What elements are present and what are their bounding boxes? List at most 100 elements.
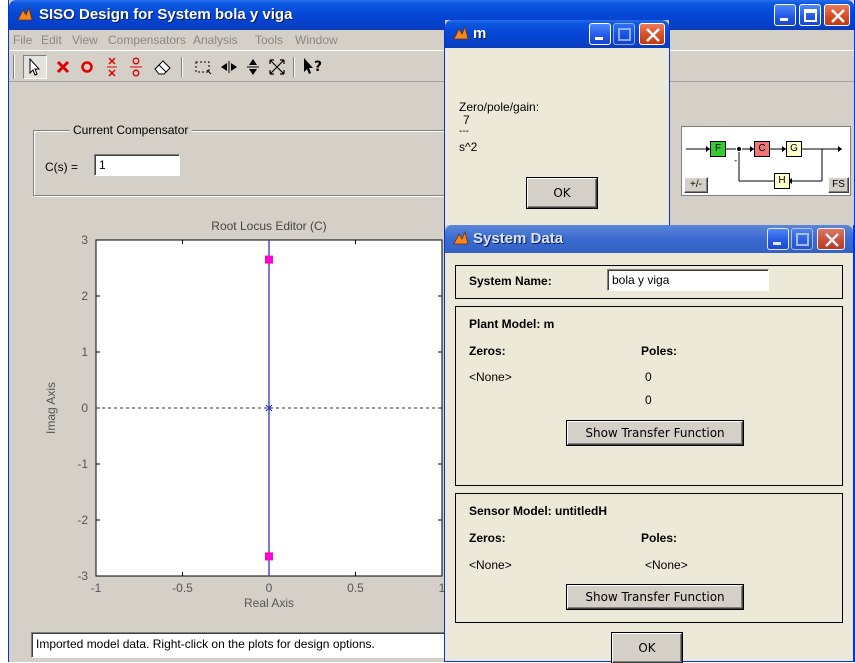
plant-pole-value: 0 xyxy=(645,370,652,384)
zpk-heading: Zero/pole/gain: xyxy=(459,100,540,114)
zpk-separator: --- xyxy=(459,126,469,137)
block-f[interactable]: F xyxy=(710,141,726,157)
plant-zero-value: <None> xyxy=(469,370,512,384)
x-tick-label: 0 xyxy=(266,581,273,595)
zoom-x-button[interactable] xyxy=(217,55,241,79)
fs-button[interactable]: FS xyxy=(828,177,849,193)
sensor-model-heading: Sensor Model: untitledH xyxy=(469,504,607,518)
plant-show-transfer-function-button[interactable]: Show Transfer Function xyxy=(567,421,743,445)
whats-this-help-icon: ? xyxy=(304,58,322,75)
main-window-title: SISO Design for System bola y viga xyxy=(39,6,293,23)
y-tick-label: 2 xyxy=(81,289,88,303)
menu-compensators[interactable]: Compensators xyxy=(108,33,186,47)
y-tick-label: 3 xyxy=(81,233,88,247)
minimize-button[interactable] xyxy=(774,4,796,26)
erase-button[interactable] xyxy=(151,55,175,79)
y-axis-label: Imag Axis xyxy=(44,382,58,434)
maximize-icon xyxy=(804,9,817,22)
menu-window[interactable]: Window xyxy=(295,33,338,47)
toolbar-separator xyxy=(181,57,183,77)
close-button[interactable] xyxy=(824,4,850,26)
toolbar-separator xyxy=(293,57,295,77)
block-diagram[interactable]: - F C G H +/- FS xyxy=(681,126,851,196)
main-title-bar[interactable]: SISO Design for System bola y viga xyxy=(9,0,854,30)
system-data-ok-button[interactable]: OK xyxy=(612,633,682,663)
y-tick-label: 1 xyxy=(81,345,88,359)
sd-maximize-button xyxy=(791,228,813,250)
m-window-title: m xyxy=(473,25,487,42)
current-compensator-label: Current Compensator xyxy=(69,123,193,137)
add-complex-zero-button[interactable] xyxy=(125,55,149,79)
maximize-button[interactable] xyxy=(799,4,821,26)
menu-view[interactable]: View xyxy=(72,33,98,47)
x-tick-label: -1 xyxy=(91,581,102,595)
zoom-out-button[interactable] xyxy=(265,55,289,79)
system-data-title-bar[interactable]: System Data xyxy=(445,225,853,253)
add-zero-button[interactable] xyxy=(75,55,99,79)
red-o-zero-icon xyxy=(81,61,93,73)
cs-label: C(s) = xyxy=(45,160,78,174)
maximize-icon xyxy=(618,28,631,41)
plant-poles-label: Poles: xyxy=(641,344,678,358)
complex-pole-icon xyxy=(107,57,117,77)
system-data-content: System Name: bola y viga Plant Model: m … xyxy=(445,253,853,663)
toolbar: ? xyxy=(9,50,854,82)
zoom-y-button[interactable] xyxy=(241,55,265,79)
system-name-input[interactable]: bola y viga xyxy=(607,269,769,291)
m-content: Zero/pole/gain: 7 --- s^2 OK xyxy=(445,48,669,231)
sd-minimize-button[interactable] xyxy=(767,228,789,250)
svg-text:?: ? xyxy=(314,59,322,75)
zoom-box-icon xyxy=(195,61,212,75)
menu-edit[interactable]: Edit xyxy=(41,33,62,47)
minimize-icon xyxy=(773,242,781,245)
toolbar-grip xyxy=(13,55,15,79)
zpk-numerator: 7 xyxy=(463,113,470,127)
block-g[interactable]: G xyxy=(786,141,802,157)
m-title-bar[interactable]: m xyxy=(445,20,669,48)
y-tick-label: -2 xyxy=(77,513,88,527)
add-pole-button[interactable] xyxy=(51,55,75,79)
close-icon xyxy=(825,233,839,247)
zoom-box-button[interactable] xyxy=(191,55,215,79)
menu-tools[interactable]: Tools xyxy=(255,33,283,47)
menu-file[interactable]: File xyxy=(13,33,32,47)
closed-loop-pole-marker xyxy=(265,552,273,561)
sd-close-button[interactable] xyxy=(817,228,845,250)
svg-text:-: - xyxy=(734,156,737,166)
y-tick-label: 0 xyxy=(81,401,88,415)
sign-toggle-button[interactable]: +/- xyxy=(684,177,708,193)
plant-pole-value: 0 xyxy=(645,393,652,407)
cs-input[interactable]: 1 xyxy=(94,154,180,176)
menu-analysis[interactable]: Analysis xyxy=(193,33,238,47)
root-locus-editor[interactable]: Root Locus Editor (C) -3 -2 -1 0 1 2 3 -1 -0.5 0 0.… xyxy=(9,212,454,632)
block-c[interactable]: C xyxy=(754,141,770,157)
system-name-label: System Name: xyxy=(469,274,552,288)
add-complex-pole-button[interactable] xyxy=(101,55,125,79)
plant-zeros-label: Zeros: xyxy=(469,344,506,358)
whats-this-button[interactable]: ? xyxy=(301,55,325,79)
close-icon xyxy=(831,9,845,23)
sensor-pole-value: <None> xyxy=(645,558,688,572)
block-h[interactable]: H xyxy=(774,173,790,189)
m-ok-button[interactable]: OK xyxy=(527,178,597,208)
sensor-poles-label: Poles: xyxy=(641,531,678,545)
x-tick-label: 0.5 xyxy=(347,581,364,595)
m-minimize-button[interactable] xyxy=(589,23,611,45)
y-tick-label: -3 xyxy=(77,569,88,583)
plant-model-heading: Plant Model: m xyxy=(469,317,555,331)
matlab-logo-icon xyxy=(17,6,33,21)
sensor-zero-value: <None> xyxy=(469,558,512,572)
maximize-icon xyxy=(796,233,809,246)
select-tool-button[interactable] xyxy=(23,55,47,79)
close-icon xyxy=(646,28,660,42)
m-maximize-button xyxy=(613,23,635,45)
sensor-zeros-label: Zeros: xyxy=(469,531,506,545)
matlab-logo-icon xyxy=(453,230,469,245)
m-close-button[interactable] xyxy=(639,23,665,45)
sensor-show-transfer-function-button[interactable]: Show Transfer Function xyxy=(567,585,743,609)
m-transfer-function-window: m Zero/pole/gain: 7 --- s^2 OK xyxy=(444,20,670,232)
y-tick-label: -1 xyxy=(77,457,88,471)
zoom-out-arrows-icon xyxy=(269,59,285,75)
zoom-x-icon xyxy=(221,61,237,73)
status-bar: Imported model data. Right-click on the … xyxy=(31,632,461,658)
